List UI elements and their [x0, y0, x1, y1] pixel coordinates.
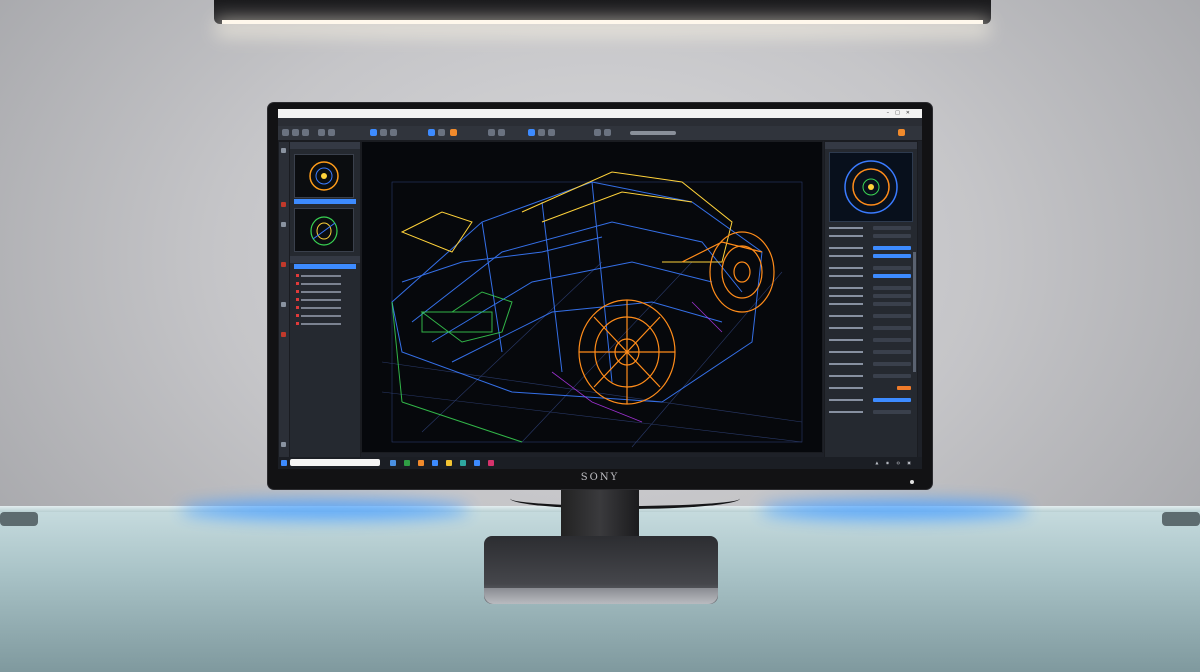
monitor: –□✕ File Edit View Insert Design Tools W…: [268, 103, 932, 489]
list-item[interactable]: [296, 314, 354, 318]
axis-icon: [281, 442, 286, 447]
tool-icon[interactable]: [281, 148, 286, 153]
extrude-icon[interactable]: [438, 129, 445, 136]
start-icon[interactable]: [281, 460, 287, 466]
power-led: [910, 480, 914, 484]
detail-wheel-preview: [844, 160, 898, 214]
wireframe-icon[interactable]: [538, 129, 545, 136]
app-icon[interactable]: [418, 460, 424, 466]
list-item[interactable]: [296, 290, 354, 294]
redo-icon[interactable]: [328, 129, 335, 136]
browser-panel: [289, 141, 361, 459]
shaded-icon[interactable]: [548, 129, 555, 136]
toolbar: [278, 126, 922, 141]
property-row[interactable]: [829, 374, 911, 379]
properties-panel-header: [825, 142, 917, 149]
desk-clip-left: [0, 512, 38, 526]
monitor-screen: –□✕ File Edit View Insert Design Tools W…: [278, 109, 922, 469]
os-taskbar: ▲ ◉ ◍ ▣: [278, 457, 922, 469]
undo-icon[interactable]: [318, 129, 325, 136]
detail-preview[interactable]: [829, 152, 913, 222]
property-row[interactable]: [829, 314, 911, 319]
list-item[interactable]: [296, 274, 354, 278]
property-row[interactable]: [829, 326, 911, 331]
property-row[interactable]: [829, 274, 911, 279]
system-tray[interactable]: ▲ ◉ ◍ ▣: [875, 460, 914, 465]
tool-icon[interactable]: [281, 332, 286, 337]
zoom-slider[interactable]: [630, 131, 676, 135]
user-icon[interactable]: [898, 129, 905, 136]
list-item[interactable]: [296, 306, 354, 310]
open-icon[interactable]: [292, 129, 299, 136]
app-icon[interactable]: [390, 460, 396, 466]
new-icon[interactable]: [282, 129, 289, 136]
app-icon[interactable]: [474, 460, 480, 466]
property-row[interactable]: [829, 294, 911, 299]
browser-panel-header: [290, 142, 360, 149]
tool-icon[interactable]: [281, 202, 286, 207]
selected-layer[interactable]: [294, 264, 356, 269]
app-icon[interactable]: [404, 460, 410, 466]
tool-icon[interactable]: [281, 302, 286, 307]
desk-glow-left: [180, 500, 470, 520]
list-item[interactable]: [296, 322, 354, 326]
window-titlebar[interactable]: –□✕: [278, 109, 922, 118]
layers-header: [290, 256, 360, 263]
wheel-preview: [309, 161, 339, 191]
car-wireframe: [381, 171, 803, 448]
list-item[interactable]: [296, 282, 354, 286]
monitor-stand-base-edge: [484, 588, 718, 604]
grid-icon[interactable]: [594, 129, 601, 136]
properties-scrollbar[interactable]: [913, 252, 916, 372]
list-item[interactable]: [296, 298, 354, 302]
preview-thumbnail[interactable]: [294, 154, 354, 198]
property-row[interactable]: [829, 246, 911, 251]
sketch-icon[interactable]: [428, 129, 435, 136]
preview-thumbnail[interactable]: [294, 208, 354, 252]
property-row[interactable]: [829, 254, 911, 259]
monitor-brand-logo: SONY: [580, 472, 620, 483]
rotate-icon[interactable]: [390, 129, 397, 136]
property-row[interactable]: [829, 386, 911, 391]
select-icon[interactable]: [370, 129, 377, 136]
property-row[interactable]: [829, 350, 911, 355]
app-icon[interactable]: [446, 460, 452, 466]
property-row[interactable]: [829, 266, 911, 271]
menu-bar: File Edit View Insert Design Tools Windo…: [278, 118, 922, 134]
render-icon[interactable]: [450, 129, 457, 136]
tool-icon[interactable]: [281, 262, 286, 267]
property-row[interactable]: [829, 286, 911, 291]
save-icon[interactable]: [302, 129, 309, 136]
assembly-preview: [310, 216, 338, 246]
app-icon[interactable]: [460, 460, 466, 466]
property-row[interactable]: [829, 362, 911, 367]
app-icon[interactable]: [432, 460, 438, 466]
tool-icon[interactable]: [281, 222, 286, 227]
app-icon[interactable]: [488, 460, 494, 466]
desk-glow-right: [760, 500, 1030, 520]
section-icon[interactable]: [498, 129, 505, 136]
property-row[interactable]: [829, 410, 911, 415]
view-cube-icon[interactable]: [528, 129, 535, 136]
property-row[interactable]: [829, 302, 911, 307]
properties-panel: [824, 141, 918, 459]
measure-icon[interactable]: [488, 129, 495, 136]
move-icon[interactable]: [380, 129, 387, 136]
photo-scene: –□✕ File Edit View Insert Design Tools W…: [0, 0, 1200, 672]
monitor-light-bar: [214, 0, 991, 24]
3d-viewport[interactable]: [361, 141, 823, 453]
taskbar-search-input[interactable]: [290, 459, 380, 466]
light-bar-led: [222, 20, 983, 24]
selected-item[interactable]: [294, 199, 356, 204]
property-row[interactable]: [829, 226, 911, 231]
desk-clip-right: [1162, 512, 1200, 526]
snap-icon[interactable]: [604, 129, 611, 136]
property-row[interactable]: [829, 234, 911, 239]
property-row[interactable]: [829, 398, 911, 403]
window-controls[interactable]: –□✕: [887, 110, 916, 116]
property-row[interactable]: [829, 338, 911, 343]
